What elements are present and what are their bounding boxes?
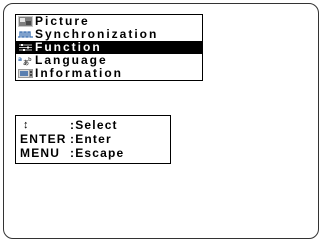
synchronization-icon <box>18 29 33 40</box>
function-icon <box>18 42 33 53</box>
menu-item-label: Information <box>35 67 123 80</box>
information-icon <box>18 68 33 79</box>
svg-text:b: b <box>28 57 33 63</box>
help-action-label: Enter <box>75 132 112 146</box>
help-row-escape: MENU : Escape <box>16 146 170 160</box>
help-action-label: Select <box>75 118 118 132</box>
help-row-select: ↕ : Select <box>16 118 170 132</box>
menu-item-label: Synchronization <box>35 28 159 41</box>
picture-icon <box>18 16 33 27</box>
menu-item-language[interactable]: a あ b Language <box>16 54 202 67</box>
help-action-label: Escape <box>75 146 125 160</box>
osd-main-menu: Picture Synchronization Function a あ b L… <box>15 14 203 81</box>
menu-item-label: Language <box>35 54 108 67</box>
menu-item-picture[interactable]: Picture <box>16 15 202 28</box>
menu-item-synchronization[interactable]: Synchronization <box>16 28 202 41</box>
enter-key-label: ENTER <box>20 132 67 146</box>
menu-item-function[interactable]: Function <box>16 41 202 54</box>
key-help-panel: ↕ : Select ENTER : Enter MENU : Escape <box>15 115 171 164</box>
menu-item-label: Function <box>35 41 102 54</box>
osd-screen: Picture Synchronization Function a あ b L… <box>3 3 319 239</box>
language-icon: a あ b <box>18 55 33 67</box>
help-row-enter: ENTER : Enter <box>16 132 170 146</box>
menu-item-label: Picture <box>35 15 90 28</box>
menu-key-label: MENU <box>20 146 61 160</box>
up-down-arrow-icon: ↕ <box>23 119 30 131</box>
menu-item-information[interactable]: Information <box>16 67 202 80</box>
